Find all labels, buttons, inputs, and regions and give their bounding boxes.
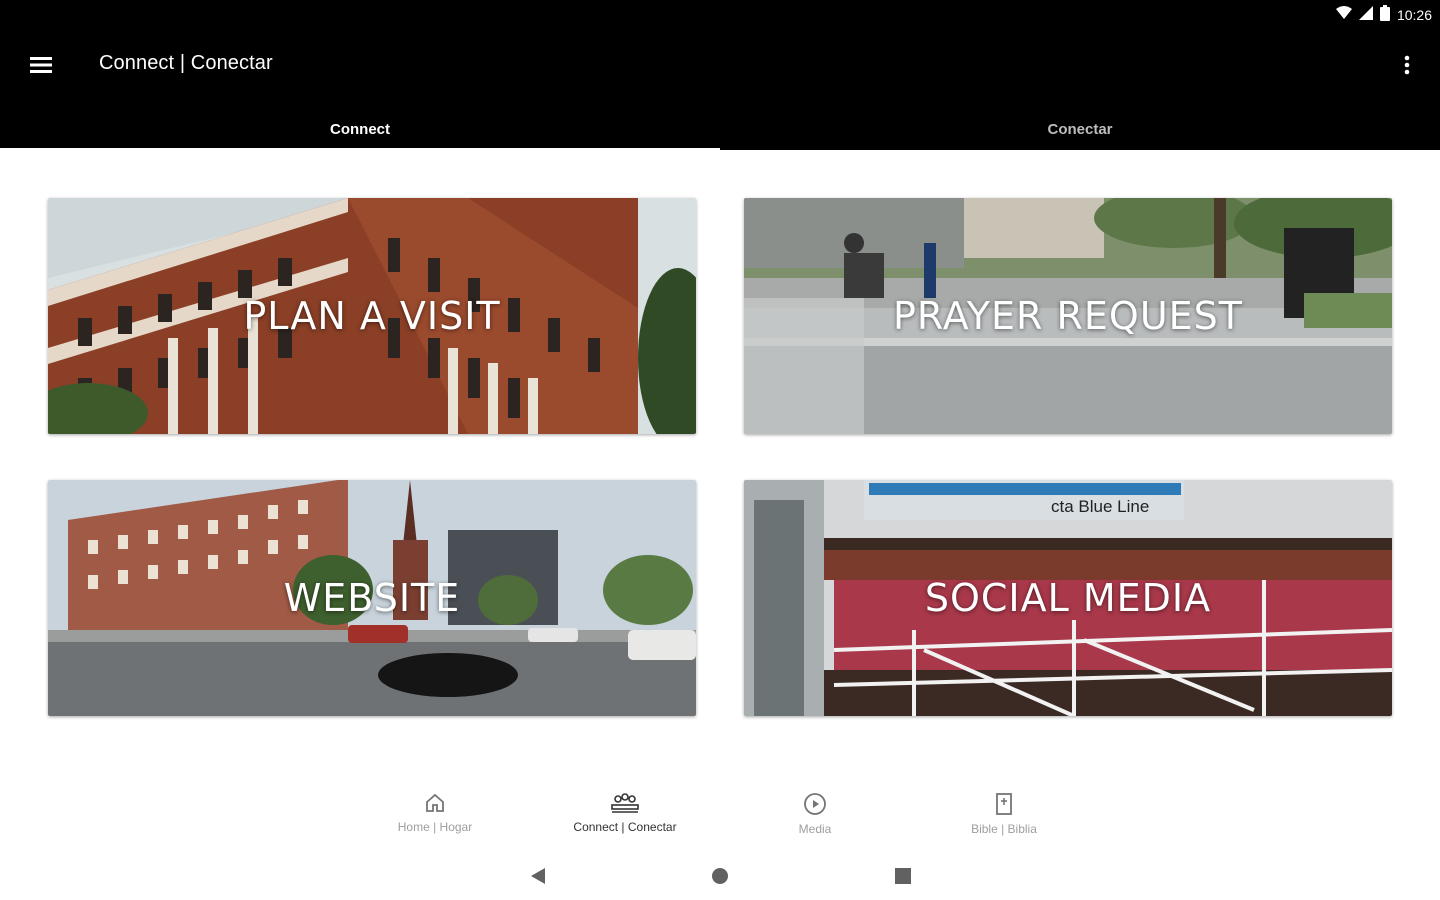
- plan-a-visit-label: PLAN A VISIT: [243, 294, 501, 338]
- recents-icon: [895, 868, 911, 884]
- overflow-menu-button[interactable]: [1392, 48, 1422, 82]
- nav-connect-label: Connect | Conectar: [573, 820, 677, 834]
- play-circle-icon: [804, 793, 826, 815]
- nav-home[interactable]: Home | Hogar: [355, 792, 515, 848]
- social-media-card[interactable]: cta Blue Line SOCIAL MEDIA: [744, 480, 1392, 716]
- plan-a-visit-card[interactable]: PLAN A VISIT: [48, 198, 696, 434]
- battery-icon: [1379, 4, 1390, 26]
- tab-conectar[interactable]: Conectar: [720, 108, 1440, 150]
- prayer-request-label: PRAYER REQUEST: [892, 294, 1243, 338]
- more-vert-icon: [1404, 55, 1410, 75]
- system-navigation-bar: [0, 850, 1440, 900]
- tab-indicator: [0, 148, 720, 151]
- nav-media[interactable]: Media: [735, 792, 895, 848]
- nav-connect[interactable]: Connect | Conectar: [545, 792, 705, 848]
- nav-media-label: Media: [798, 822, 832, 836]
- prayer-request-card[interactable]: PRAYER REQUEST: [744, 198, 1392, 434]
- home-circle-icon: [712, 868, 728, 884]
- wifi-icon: [1335, 5, 1352, 25]
- nav-home-label: Home | Hogar: [397, 820, 473, 834]
- back-button[interactable]: [525, 863, 551, 889]
- status-time: 10:26: [1396, 7, 1432, 23]
- social-media-label: SOCIAL MEDIA: [924, 576, 1212, 620]
- book-icon: [996, 793, 1012, 815]
- tab-connect[interactable]: Connect: [0, 108, 720, 150]
- status-icons: 10:26: [1335, 4, 1432, 26]
- website-label: WEBSITE: [283, 576, 461, 620]
- nav-bible[interactable]: Bible | Biblia: [924, 792, 1084, 848]
- page-title: Connect | Conectar: [99, 52, 273, 74]
- status-bar: 10:26: [0, 0, 1440, 30]
- app-bar: Connect | Conectar Connect Conectar: [0, 30, 1440, 151]
- people-icon: [611, 793, 639, 813]
- bottom-navigation: Home | Hogar Connect | Conectar Media Bi…: [0, 780, 1440, 850]
- menu-button[interactable]: [22, 48, 60, 82]
- recents-button[interactable]: [890, 863, 916, 889]
- home-button[interactable]: [707, 863, 733, 889]
- back-icon: [531, 868, 545, 884]
- website-card[interactable]: WEBSITE: [48, 480, 696, 716]
- home-icon: [426, 793, 444, 812]
- hamburger-icon: [30, 57, 52, 73]
- signal-icon: [1358, 5, 1373, 25]
- nav-bible-label: Bible | Biblia: [971, 822, 1037, 836]
